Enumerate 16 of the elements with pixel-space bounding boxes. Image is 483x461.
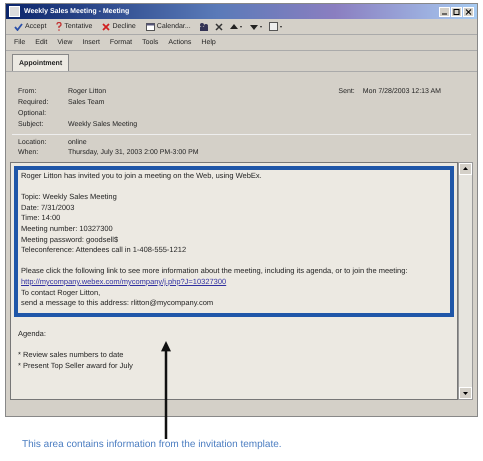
scroll-up-icon[interactable]: [459, 163, 472, 175]
up-arrow-icon[interactable]: [228, 22, 243, 30]
minimize-icon[interactable]: [439, 6, 450, 16]
x-mark-icon: [102, 22, 110, 30]
form-icon[interactable]: [268, 22, 283, 31]
calendar-icon: [146, 22, 155, 31]
close-icon[interactable]: [463, 6, 474, 16]
down-arrow-icon[interactable]: [248, 22, 263, 30]
caption: This area contains information from the invitation template.: [22, 439, 283, 450]
delete-icon[interactable]: [214, 22, 223, 30]
checkmark-icon: [14, 22, 23, 30]
people-icon[interactable]: [198, 22, 209, 31]
question-mark-icon: [56, 22, 62, 31]
window-icon: [9, 6, 20, 17]
maximize-icon[interactable]: [451, 6, 462, 16]
scroll-down-icon[interactable]: [459, 387, 472, 399]
